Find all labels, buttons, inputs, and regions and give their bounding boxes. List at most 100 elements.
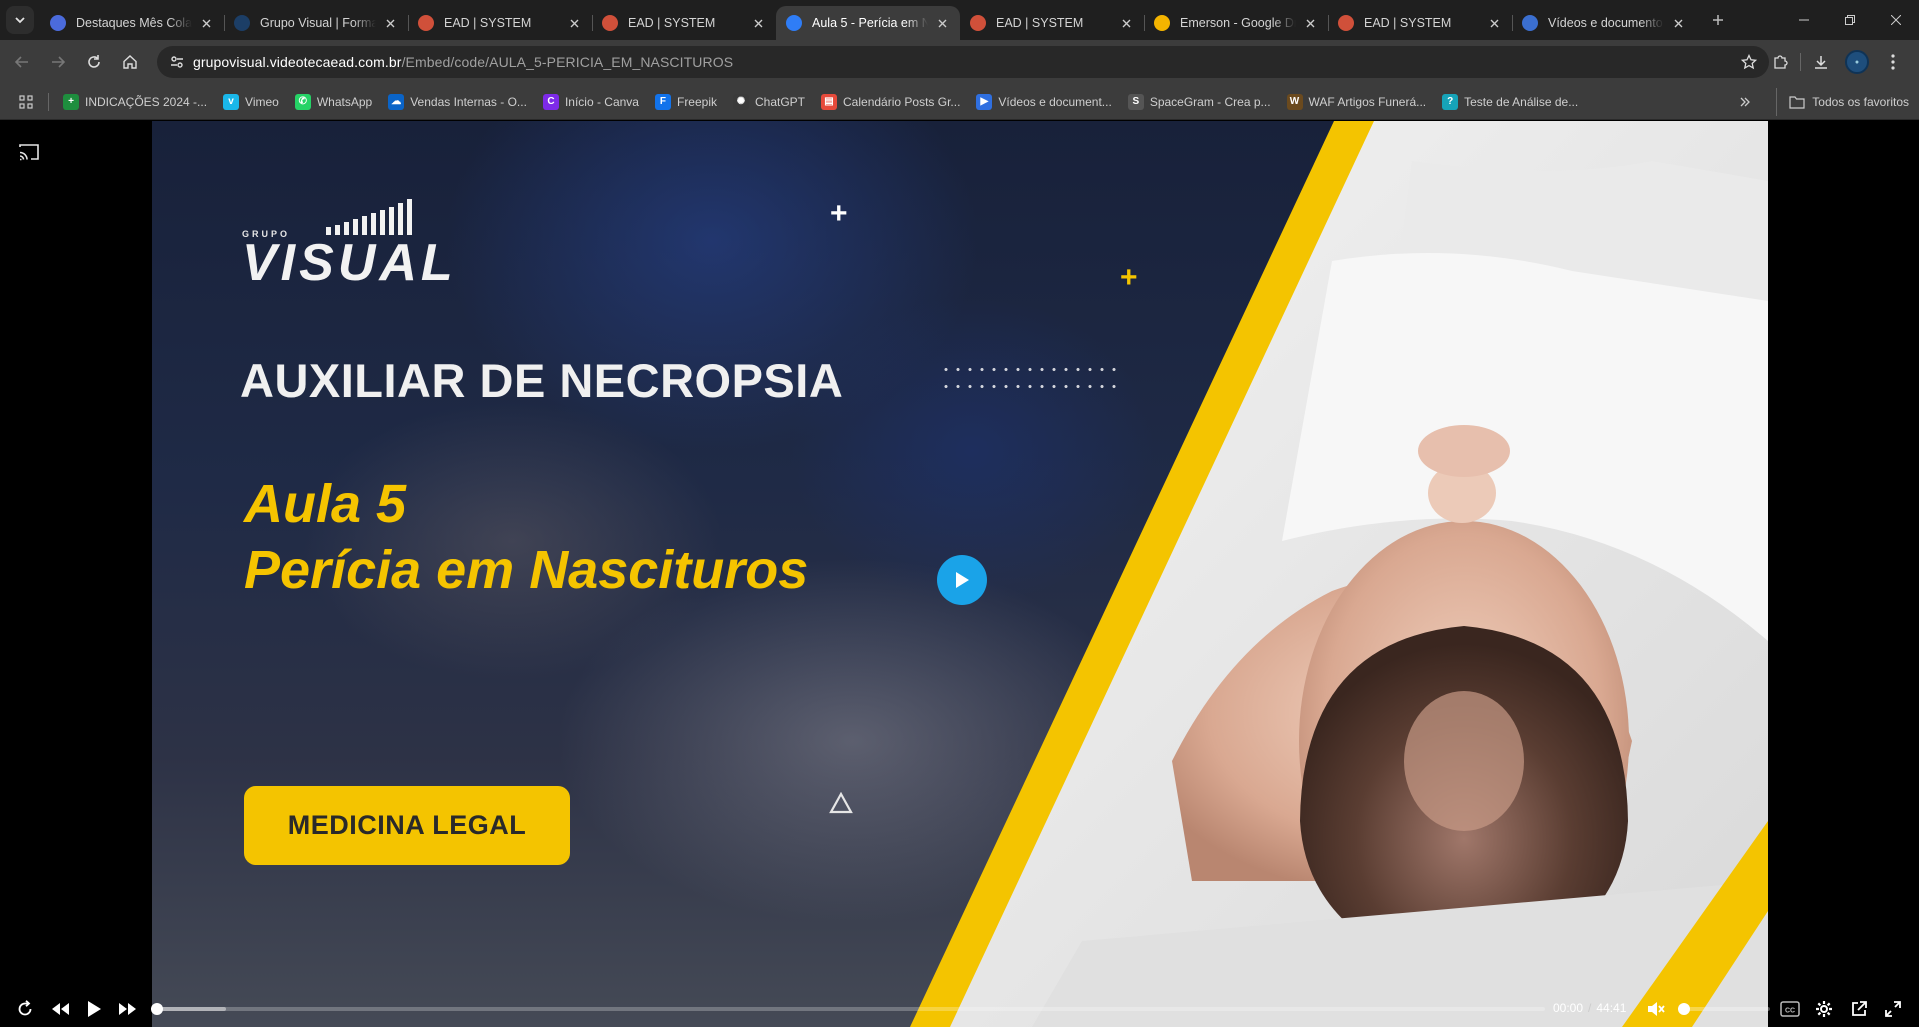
reload-button[interactable] — [78, 46, 110, 78]
bookmark-item[interactable]: ☁ Vendas Internas - O... — [380, 88, 535, 116]
back-button[interactable] — [6, 46, 38, 78]
bookmark-item[interactable]: C Início - Canva — [535, 88, 647, 116]
close-icon — [1306, 19, 1314, 27]
tab-close-button[interactable] — [1670, 15, 1686, 31]
replay-button[interactable] — [11, 995, 39, 1023]
forward-button[interactable] — [42, 46, 74, 78]
menu-button[interactable] — [1875, 46, 1911, 78]
rewind-icon — [52, 1003, 69, 1015]
popout-button[interactable] — [1845, 995, 1873, 1023]
browser-tab[interactable]: Vídeos e documento — [1512, 6, 1696, 40]
all-bookmarks-folder[interactable]: Todos os favoritos — [1776, 88, 1909, 116]
tune-icon — [171, 56, 183, 68]
tab-close-button[interactable] — [1486, 15, 1502, 31]
tab-close-button[interactable] — [934, 15, 950, 31]
arrow-left-icon — [14, 56, 28, 68]
bookmark-item[interactable]: ? Teste de Análise de... — [1434, 88, 1586, 116]
fast-forward-button[interactable] — [114, 995, 142, 1023]
time-separator: / — [1588, 1001, 1592, 1015]
bookmark-item[interactable]: ✺ ChatGPT — [725, 88, 813, 116]
bookmark-item[interactable]: F Freepik — [647, 88, 725, 116]
browser-tab[interactable]: Destaques Mês Colab — [40, 6, 224, 40]
new-tab-button[interactable] — [1704, 6, 1732, 34]
all-bookmarks-label: Todos os favoritos — [1812, 95, 1909, 109]
browser-tab[interactable]: Emerson - Google Dr — [1144, 6, 1328, 40]
kebab-menu-icon — [1891, 54, 1895, 70]
tab-close-button[interactable] — [1302, 15, 1318, 31]
browser-tab[interactable]: Aula 5 - Perícia em N — [776, 6, 960, 40]
fullscreen-button[interactable] — [1879, 995, 1907, 1023]
sheets-icon: + — [63, 93, 79, 110]
captions-button[interactable]: CC — [1776, 995, 1804, 1023]
dots-decoration — [940, 361, 1120, 395]
fullscreen-icon — [1885, 1001, 1901, 1017]
volume-slider-handle[interactable] — [1678, 1003, 1690, 1015]
logo-bars-graphic — [326, 199, 412, 235]
seek-bar-handle[interactable] — [151, 1003, 163, 1015]
url-text[interactable]: grupovisual.videotecaead.com.br/Embed/co… — [193, 54, 733, 70]
seek-bar-buffered — [157, 1007, 227, 1011]
bookmark-label: Freepik — [676, 94, 717, 109]
rewind-button[interactable] — [46, 995, 74, 1023]
home-button[interactable] — [114, 46, 146, 78]
settings-button[interactable] — [1810, 995, 1838, 1023]
close-icon — [1122, 19, 1130, 27]
external-link-icon — [1852, 1001, 1867, 1016]
plus-decoration-icon: + — [830, 197, 848, 230]
minimize-button[interactable] — [1781, 0, 1827, 40]
close-icon — [570, 19, 578, 27]
center-play-button[interactable] — [937, 555, 987, 605]
tab-favicon-icon — [602, 15, 618, 31]
close-window-button[interactable] — [1873, 0, 1919, 40]
browser-tab[interactable]: EAD | SYSTEM — [1328, 6, 1512, 40]
bookmarks-overflow-button[interactable] — [1731, 88, 1759, 116]
tab-close-button[interactable] — [198, 15, 214, 31]
triangle-decoration-icon — [829, 792, 853, 814]
close-icon — [1891, 15, 1901, 25]
downloads-button[interactable] — [1803, 46, 1839, 78]
bookmark-item[interactable]: ▶ Vídeos e document... — [968, 88, 1119, 116]
tab-strip: Destaques Mês Colab Grupo Visual | Forma E… — [0, 0, 1919, 40]
tab-close-button[interactable] — [750, 15, 766, 31]
tab-title: EAD | SYSTEM — [628, 16, 716, 30]
mute-button[interactable] — [1642, 995, 1670, 1023]
play-button[interactable] — [80, 995, 108, 1023]
tab-favicon-icon — [1338, 15, 1354, 31]
bookmark-item[interactable]: v Vimeo — [215, 88, 287, 116]
bookmarks-divider — [48, 92, 49, 111]
restore-button[interactable] — [1827, 0, 1873, 40]
bookmark-item[interactable]: ▤ Calendário Posts Gr... — [813, 88, 968, 116]
bookmark-item[interactable]: ✆ WhatsApp — [287, 88, 380, 116]
bookmark-star-button[interactable] — [1737, 50, 1761, 74]
bookmark-label: WAF Artigos Funerá... — [1308, 94, 1427, 109]
address-bar[interactable]: grupovisual.videotecaead.com.br/Embed/co… — [157, 46, 1769, 78]
category-badge: MEDICINA LEGAL — [244, 786, 570, 865]
star-icon — [1741, 54, 1757, 70]
tab-search-button[interactable] — [6, 6, 34, 34]
bookmark-item[interactable]: + INDICAÇÕES 2024 -... — [55, 88, 215, 116]
tab-list: Destaques Mês Colab Grupo Visual | Forma E… — [40, 0, 1696, 40]
tab-close-button[interactable] — [1118, 15, 1134, 31]
extensions-button[interactable] — [1762, 46, 1798, 78]
seek-bar[interactable] — [151, 1003, 1545, 1015]
vimeo-icon: v — [223, 93, 240, 110]
apps-button[interactable] — [8, 88, 44, 116]
volume-slider[interactable] — [1678, 1003, 1770, 1015]
cast-button[interactable] — [18, 141, 40, 163]
bookmark-item[interactable]: W WAF Artigos Funerá... — [1279, 88, 1435, 116]
browser-tab[interactable]: EAD | SYSTEM — [408, 6, 592, 40]
tab-close-button[interactable] — [566, 15, 582, 31]
volume-muted-icon — [1648, 1002, 1665, 1016]
site-info-button[interactable] — [161, 46, 193, 78]
minimize-icon — [1799, 19, 1809, 21]
bookmark-label: INDICAÇÕES 2024 -... — [85, 94, 208, 109]
tab-title: EAD | SYSTEM — [444, 16, 532, 30]
browser-tab[interactable]: EAD | SYSTEM — [960, 6, 1144, 40]
browser-tab[interactable]: EAD | SYSTEM — [592, 6, 776, 40]
browser-tab[interactable]: Grupo Visual | Forma — [224, 6, 408, 40]
profile-button[interactable]: ● — [1839, 46, 1875, 78]
video-poster[interactable]: GRUPO VISUAL + + AUXILIAR DE NECROPSIA A… — [152, 121, 1768, 1027]
video-player[interactable]: GRUPO VISUAL + + AUXILIAR DE NECROPSIA A… — [0, 121, 1919, 1027]
bookmark-item[interactable]: S SpaceGram - Crea p... — [1120, 88, 1279, 116]
tab-close-button[interactable] — [382, 15, 398, 31]
